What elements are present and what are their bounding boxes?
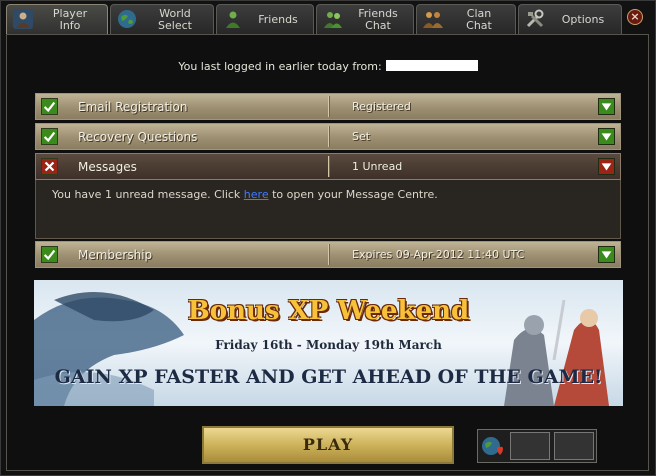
banner-tagline: GAIN XP FASTER AND GET AHEAD OF THE GAME… (54, 366, 603, 388)
cross-icon (41, 158, 58, 175)
friends-chat-icon (324, 12, 342, 28)
friends-icon (226, 11, 240, 28)
banner-title: Bonus XP Weekend (187, 296, 470, 326)
row-email-registration[interactable]: Email Registration Registered (35, 93, 621, 120)
tray-slot[interactable] (510, 432, 550, 460)
row-recovery-questions[interactable]: Recovery Questions Set (35, 123, 621, 150)
row-membership[interactable]: Membership Expires 09-Apr-2012 11:40 UTC (35, 241, 621, 268)
tab-friends-chat[interactable]: Friends Chat (316, 4, 414, 34)
row-divider (328, 126, 329, 147)
promo-banner[interactable]: Bonus XP Weekend Friday 16th - Monday 19… (34, 280, 623, 406)
row-value: 1 Unread (352, 160, 403, 173)
globe-icon (118, 10, 136, 28)
tray-slot[interactable] (554, 432, 594, 460)
row-divider (328, 244, 329, 265)
chevron-down-icon[interactable] (598, 158, 615, 175)
row-label: Membership (78, 248, 153, 262)
last-login-line: You last logged in earlier today from: (0, 60, 656, 73)
check-icon (41, 128, 58, 145)
tab-options[interactable]: Options (518, 4, 622, 34)
tab-player-info[interactable]: Player Info (6, 4, 108, 35)
row-messages[interactable]: Messages 1 Unread (35, 153, 621, 180)
chevron-down-icon[interactable] (598, 98, 615, 115)
row-label: Recovery Questions (78, 130, 198, 144)
banner-subtitle: Friday 16th - Monday 19th March (215, 338, 442, 352)
check-icon (41, 246, 58, 263)
tab-label: Options (561, 13, 605, 26)
tab-label: Clan Chat (466, 7, 492, 32)
row-label: Email Registration (78, 100, 188, 114)
options-icon (526, 9, 544, 28)
world-heart-icon[interactable] (481, 435, 505, 459)
tab-friends[interactable]: Friends (216, 4, 314, 34)
close-button[interactable]: × (627, 9, 643, 25)
chevron-down-icon[interactable] (598, 128, 615, 145)
tab-clan-chat[interactable]: Clan Chat (416, 4, 516, 34)
status-tray (477, 429, 597, 463)
tab-label: Player Info (52, 7, 88, 32)
message-text: You have 1 unread message. Click here to… (52, 188, 438, 201)
row-label: Messages (78, 160, 137, 174)
chevron-down-icon[interactable] (598, 246, 615, 263)
player-icon (13, 9, 33, 29)
row-value: Set (352, 130, 371, 143)
tab-world-select[interactable]: World Select (110, 4, 214, 34)
close-icon: × (630, 10, 640, 23)
tab-label: Friends (258, 13, 298, 26)
row-divider (328, 96, 329, 117)
last-login-text: You last logged in earlier today from: (178, 60, 382, 73)
row-value: Expires 09-Apr-2012 11:40 UTC (352, 248, 525, 261)
tab-label: World Select (158, 7, 192, 32)
tab-label: Friends Chat (358, 7, 398, 32)
tab-bar: Player Info World Select Friends Friends Ch… (6, 4, 626, 35)
clan-chat-icon (423, 12, 443, 28)
row-divider (328, 156, 329, 177)
messages-detail: You have 1 unread message. Click here to… (35, 180, 621, 239)
row-value: Registered (352, 100, 411, 113)
redacted-ip (385, 60, 478, 71)
play-button[interactable]: PLAY (202, 426, 454, 464)
check-icon (41, 98, 58, 115)
message-centre-link[interactable]: here (244, 188, 269, 201)
